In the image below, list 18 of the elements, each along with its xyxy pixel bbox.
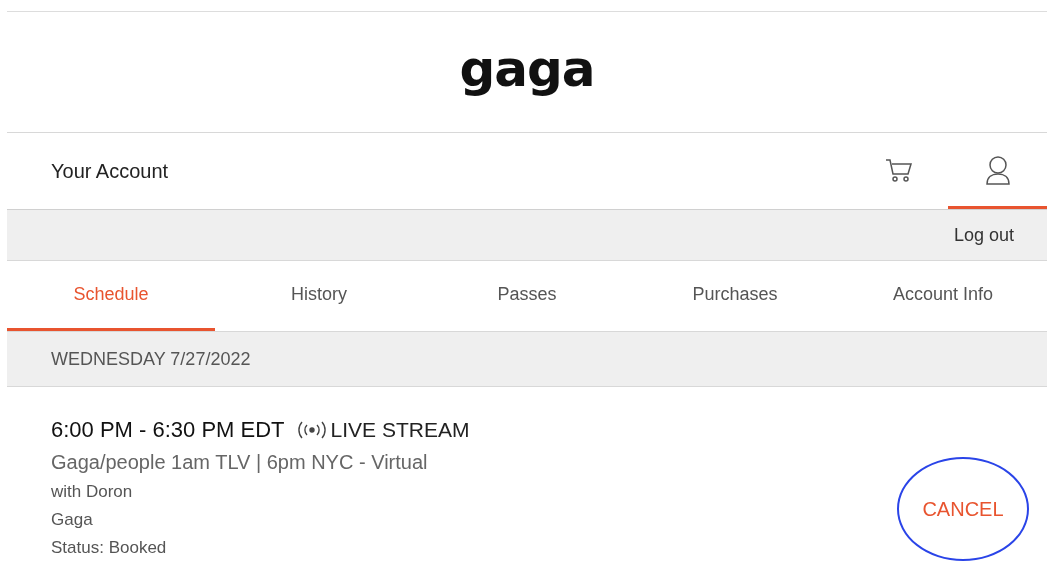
event-detail: Gaga <box>51 509 94 530</box>
broadcast-icon <box>296 420 327 439</box>
tab[interactable]: Account Info <box>839 261 1047 331</box>
tab[interactable]: Passes <box>423 261 631 331</box>
cancel-button[interactable]: CANCEL <box>897 457 1029 561</box>
date-heading: WEDNESDAY 7/27/2022 <box>51 348 251 370</box>
logout-link[interactable]: Log out <box>953 224 1014 246</box>
live-stream-label: LIVE STREAM <box>330 417 470 442</box>
cart-icon[interactable] <box>884 156 913 183</box>
user-icon[interactable] <box>984 154 1011 185</box>
tab[interactable]: Purchases <box>631 261 839 331</box>
tab[interactable]: History <box>215 261 423 331</box>
event-detail: Status: Booked <box>51 537 168 558</box>
page-title: Your Account <box>51 159 169 183</box>
event-time: 6:00 PM - 6:30 PM EDT <box>51 416 285 443</box>
logo[interactable]: gaga <box>459 40 595 98</box>
event-detail: with Doron <box>51 481 134 502</box>
event-title: Gaga/people 1am TLV | 6pm NYC - Virtual <box>51 450 429 474</box>
